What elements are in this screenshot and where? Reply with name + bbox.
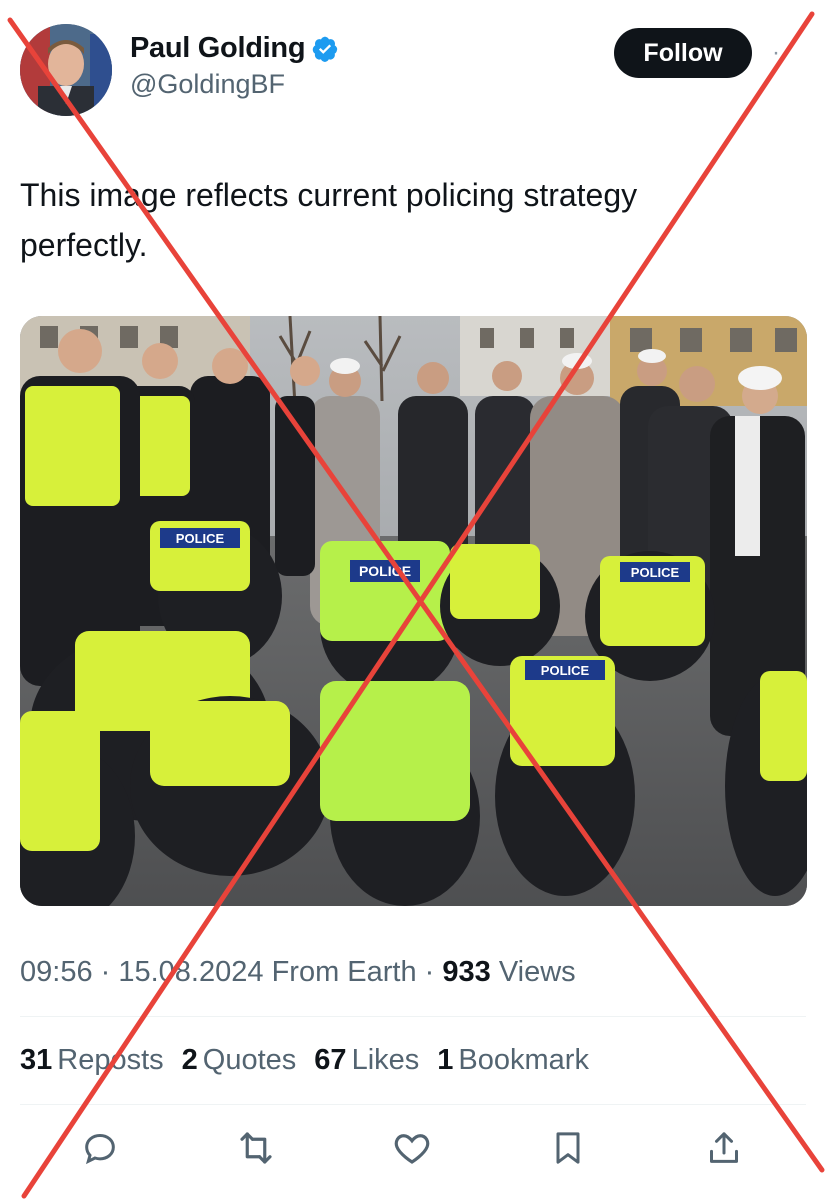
- bookmark-icon[interactable]: [544, 1124, 592, 1172]
- bookmarks-stat[interactable]: 1 Bookmark: [437, 1044, 589, 1077]
- bookmarks-label: Bookmark: [458, 1044, 589, 1076]
- views-label: Views: [490, 956, 576, 988]
- vest-label: POLICE: [176, 531, 225, 546]
- follow-button[interactable]: Follow: [614, 28, 752, 78]
- action-bar: [20, 1124, 806, 1184]
- quotes-label: Quotes: [202, 1044, 297, 1076]
- author-block: Paul Golding @GoldingBF: [130, 32, 339, 100]
- tweet-text-line-2: perfectly.: [20, 227, 148, 263]
- tweet-image[interactable]: POLICE POLICE POLICE POLICE: [20, 316, 807, 906]
- avatar[interactable]: [20, 24, 112, 116]
- author-handle[interactable]: @GoldingBF: [130, 69, 339, 100]
- likes-count: 67: [314, 1044, 347, 1076]
- reposts-stat[interactable]: 31 Reposts: [20, 1044, 164, 1077]
- views-count: 933: [442, 956, 491, 988]
- tweet-stats: 31 Reposts 2 Quotes 67 Likes 1 Bookmark: [20, 1044, 589, 1077]
- meta-separator: ·: [416, 956, 443, 988]
- reposts-count: 31: [20, 1044, 53, 1076]
- tweet-header: Paul Golding @GoldingBF Follow ·: [20, 24, 810, 120]
- reply-icon[interactable]: [76, 1124, 124, 1172]
- tweet-date[interactable]: 15.08.2024: [118, 956, 263, 988]
- divider: [20, 1016, 806, 1017]
- police-kneeling-photo: POLICE POLICE POLICE POLICE: [20, 316, 807, 906]
- meta-separator: ·: [92, 956, 119, 988]
- tweet-source: From Earth: [263, 956, 417, 988]
- reposts-label: Reposts: [57, 1044, 164, 1076]
- likes-stat[interactable]: 67 Likes: [314, 1044, 419, 1077]
- divider: [20, 1104, 806, 1105]
- vest-label: POLICE: [541, 663, 590, 678]
- quotes-stat[interactable]: 2 Quotes: [182, 1044, 297, 1077]
- share-icon[interactable]: [700, 1124, 748, 1172]
- tweet-text-line-1: This image reflects current policing str…: [20, 177, 638, 213]
- verified-badge-icon[interactable]: [311, 35, 339, 63]
- bookmarks-count: 1: [437, 1044, 454, 1076]
- author-name[interactable]: Paul Golding: [130, 32, 339, 65]
- vest-label: POLICE: [359, 563, 411, 579]
- like-icon[interactable]: [388, 1124, 436, 1172]
- likes-label: Likes: [351, 1044, 420, 1076]
- tweet-meta: 09:56 · 15.08.2024 From Earth · 933 View…: [20, 956, 576, 989]
- author-display-name[interactable]: Paul Golding: [130, 32, 306, 65]
- more-options-icon[interactable]: ·: [772, 41, 792, 65]
- vest-label: POLICE: [631, 565, 680, 580]
- repost-icon[interactable]: [232, 1124, 280, 1172]
- quotes-count: 2: [181, 1044, 198, 1076]
- tweet-time[interactable]: 09:56: [20, 956, 93, 988]
- tweet-text: This image reflects current policing str…: [20, 170, 800, 270]
